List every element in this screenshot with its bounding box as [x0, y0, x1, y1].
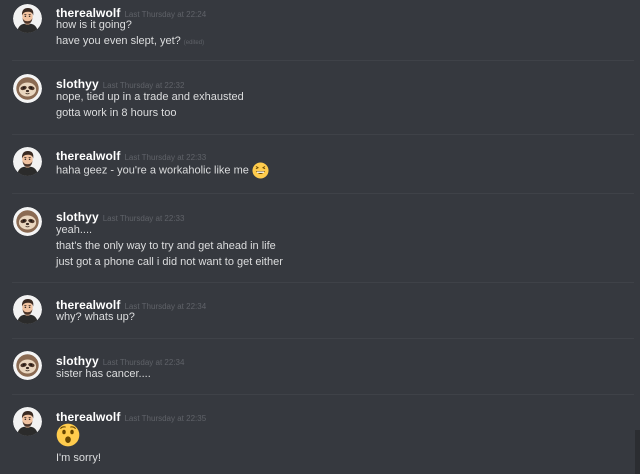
- timestamp: Last Thursday at 22:34: [124, 302, 207, 311]
- username[interactable]: therealwolf: [56, 298, 120, 312]
- username[interactable]: therealwolf: [56, 6, 120, 20]
- chat-message-list: therealwolf Last Thursday at 22:24 how is…: [0, 0, 640, 474]
- grinning-squint-emoji-icon[interactable]: [252, 162, 269, 179]
- message-divider: [12, 282, 634, 283]
- person-avatar-icon: [13, 147, 42, 176]
- user-avatar[interactable]: [13, 74, 42, 103]
- person-avatar-icon: [13, 295, 42, 324]
- timestamp: Last Thursday at 22:33: [124, 153, 207, 162]
- timestamp: Last Thursday at 22:32: [102, 81, 185, 90]
- user-avatar[interactable]: [13, 4, 42, 33]
- message-divider: [12, 60, 634, 61]
- username[interactable]: therealwolf: [56, 410, 120, 424]
- message-text: haha geez - you're a workaholic like me: [56, 164, 249, 177]
- message-text: how is it going?: [56, 19, 132, 31]
- message-text: I'm sorry!: [56, 452, 101, 464]
- message-divider: [12, 338, 634, 339]
- message-text: yeah....: [56, 224, 93, 236]
- message-divider: [12, 193, 634, 194]
- message-text: just got a phone call i did not want to …: [56, 256, 283, 268]
- timestamp: Last Thursday at 22:24: [124, 10, 207, 19]
- user-avatar[interactable]: [13, 351, 42, 380]
- sloth-avatar-icon: [13, 351, 42, 380]
- username[interactable]: slothyy: [56, 354, 99, 368]
- message-text: nope, tied up in a trade and exhausted: [56, 91, 244, 103]
- person-avatar-icon: [13, 4, 42, 33]
- sloth-avatar-icon: [13, 207, 42, 236]
- username[interactable]: slothyy: [56, 77, 99, 91]
- message-text: have you even slept, yet?: [56, 35, 181, 47]
- user-avatar[interactable]: [13, 207, 42, 236]
- message-text-line: have you even slept, yet? (edited): [56, 35, 204, 47]
- username[interactable]: slothyy: [56, 210, 99, 224]
- message-text: sister has cancer....: [56, 368, 151, 380]
- message-divider: [12, 394, 634, 395]
- timestamp: Last Thursday at 22:35: [124, 414, 207, 423]
- message-text: why? whats up?: [56, 311, 135, 323]
- astonished-face-emoji-icon[interactable]: [56, 423, 80, 447]
- username[interactable]: therealwolf: [56, 149, 120, 163]
- person-avatar-icon: [13, 407, 42, 436]
- user-avatar[interactable]: [13, 147, 42, 176]
- message-text: gotta work in 8 hours too: [56, 107, 177, 119]
- message-text-line: haha geez - you're a workaholic like me: [56, 162, 269, 179]
- message-text: that's the only way to try and get ahead…: [56, 240, 276, 252]
- message-divider: [12, 134, 634, 135]
- user-avatar[interactable]: [13, 407, 42, 436]
- edited-label: (edited): [183, 40, 205, 46]
- user-avatar[interactable]: [13, 295, 42, 324]
- sloth-avatar-icon: [13, 74, 42, 103]
- timestamp: Last Thursday at 22:33: [102, 214, 185, 223]
- scrollbar-track[interactable]: [635, 430, 640, 474]
- timestamp: Last Thursday at 22:34: [102, 358, 185, 367]
